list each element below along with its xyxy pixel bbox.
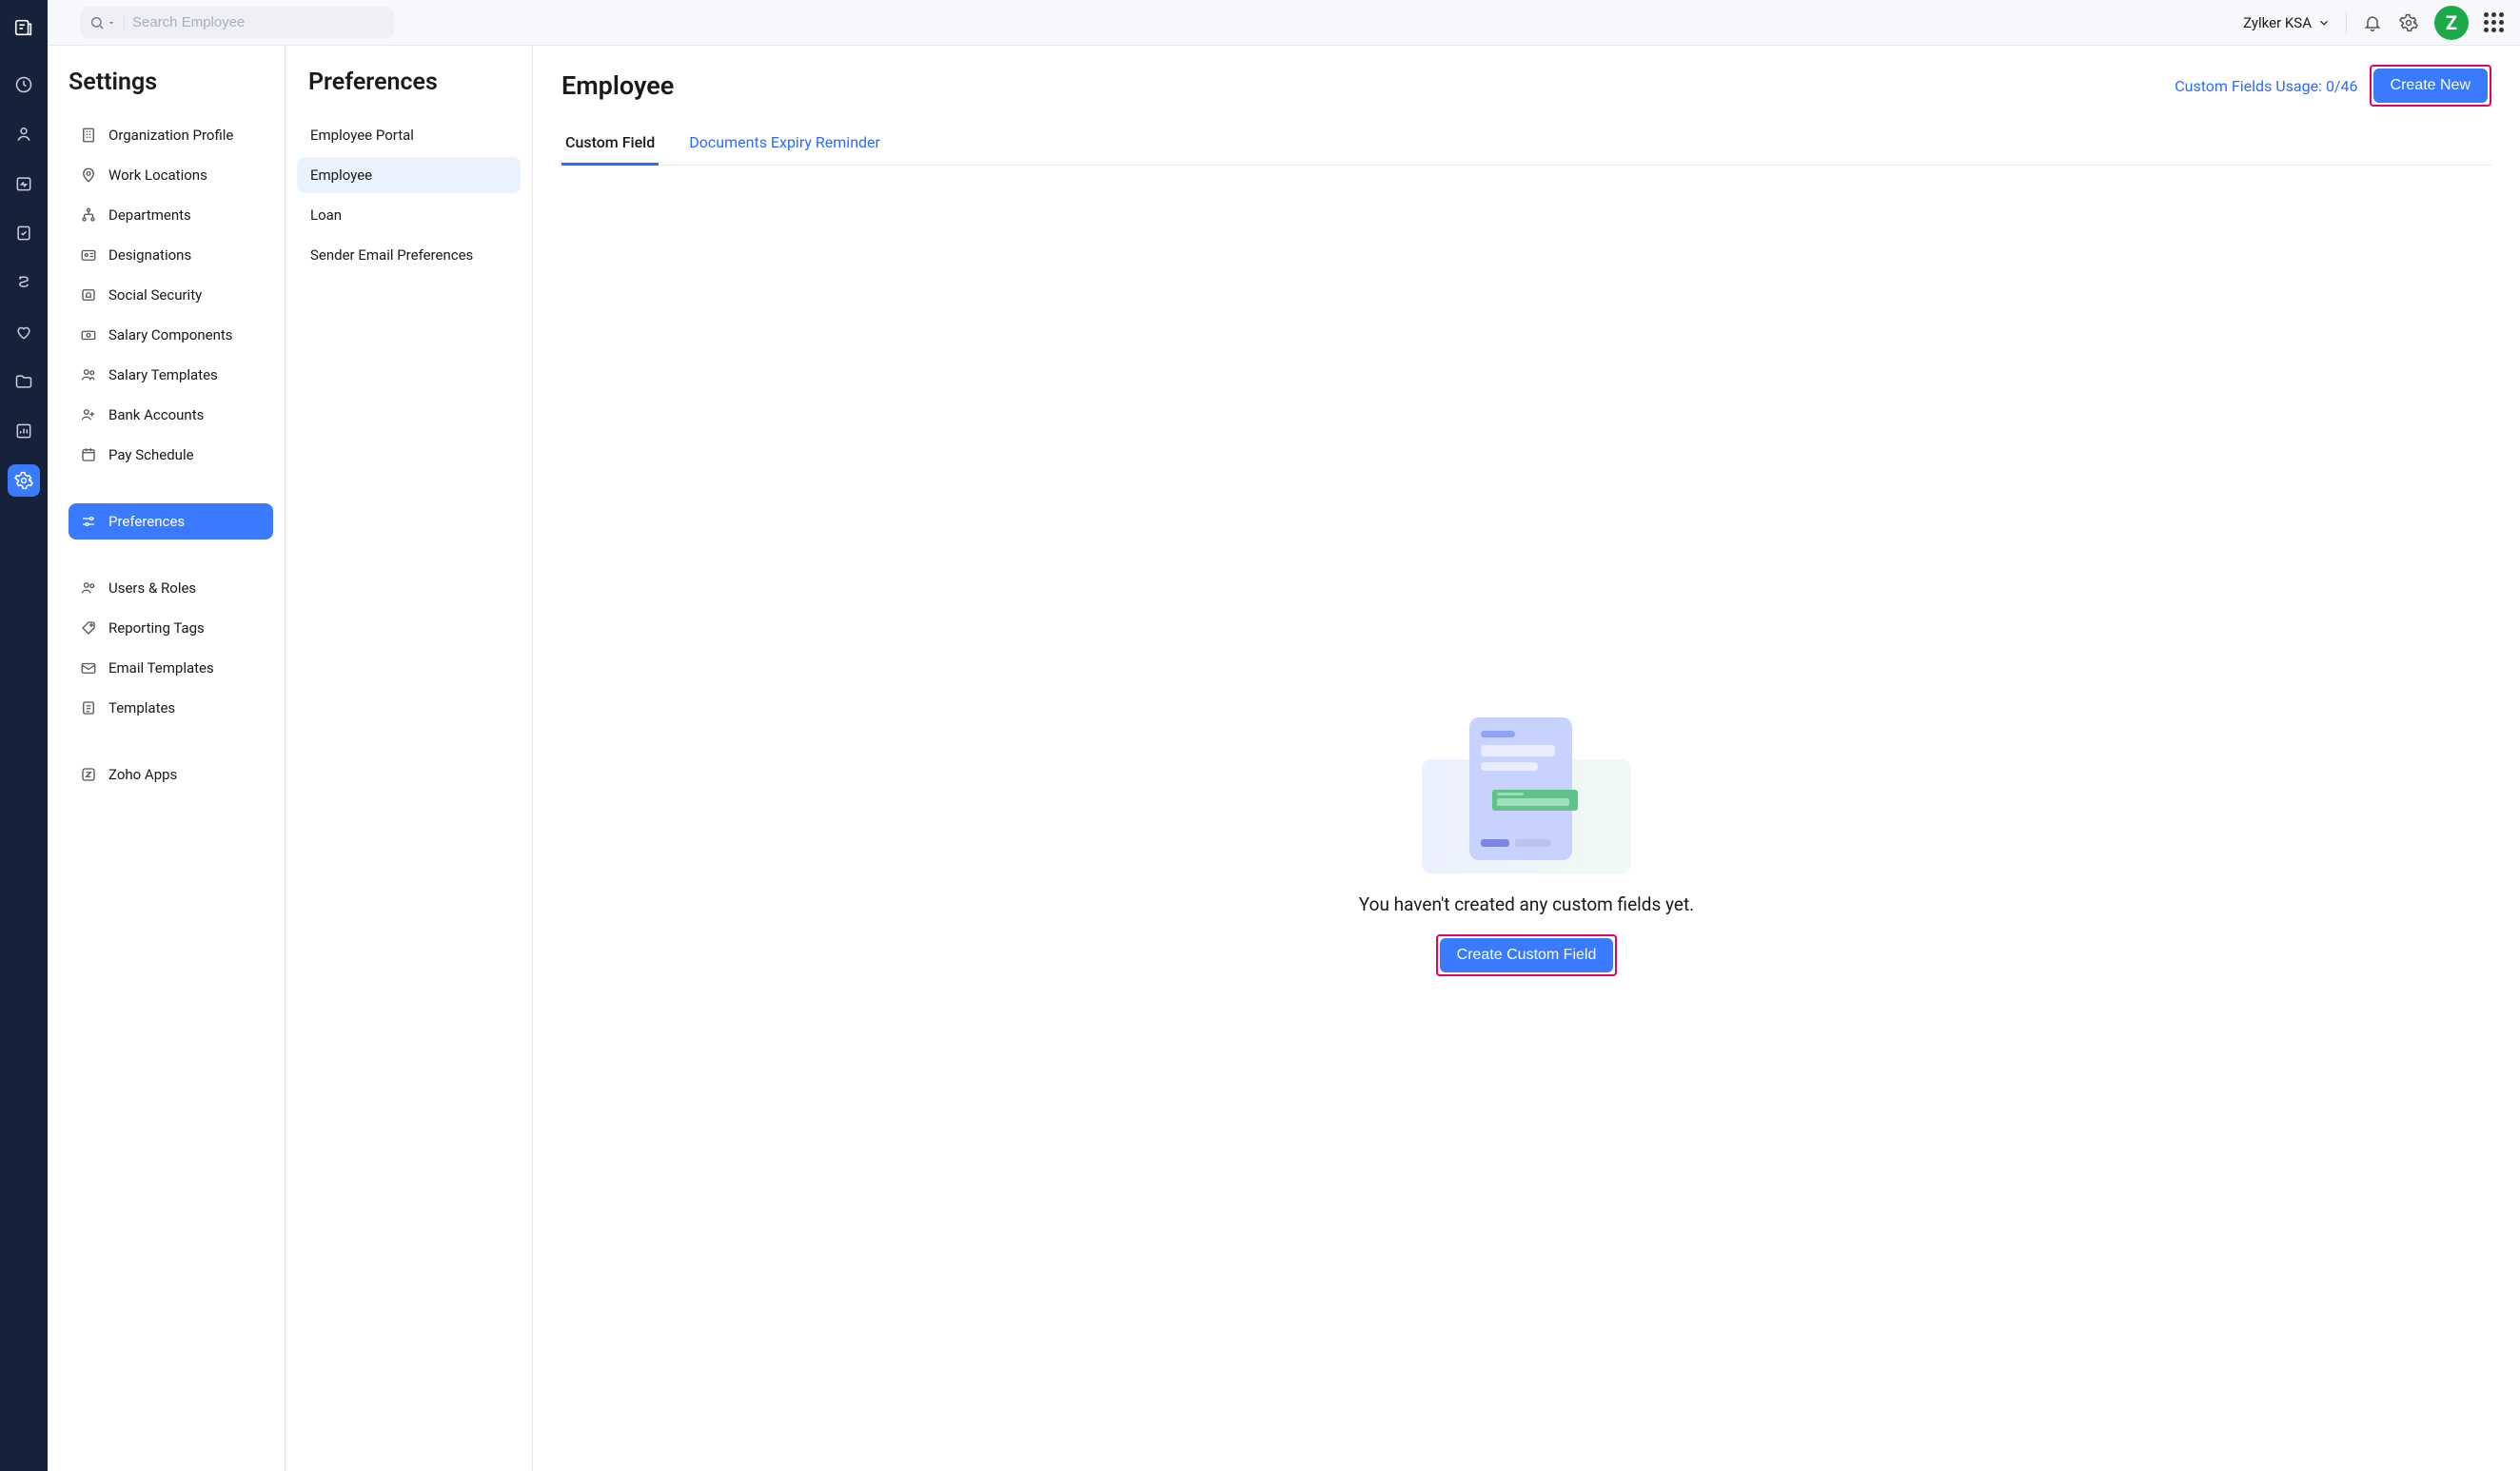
apps-grid-icon[interactable] xyxy=(2484,12,2505,33)
building-icon xyxy=(80,127,97,144)
sliders-icon xyxy=(80,513,97,530)
create-custom-field-button[interactable]: Create Custom Field xyxy=(1440,938,1614,972)
search-icon xyxy=(89,15,125,30)
settings-item-label: Pay Schedule xyxy=(108,446,194,463)
settings-item-label: Salary Templates xyxy=(108,366,218,383)
pref-item-label: Employee Portal xyxy=(310,127,414,144)
nav-people[interactable] xyxy=(8,118,40,150)
org-switcher[interactable]: Zylker KSA xyxy=(2243,14,2331,31)
settings-departments[interactable]: Departments xyxy=(69,197,273,233)
avatar[interactable]: Z xyxy=(2434,6,2469,40)
integration-icon xyxy=(80,766,97,783)
settings-item-label: Bank Accounts xyxy=(108,406,204,423)
custom-fields-usage-link[interactable]: Custom Fields Usage: 0/46 xyxy=(2175,77,2357,95)
nav-documents[interactable] xyxy=(8,365,40,398)
settings-title: Settings xyxy=(69,69,273,96)
pref-item-label: Sender Email Preferences xyxy=(310,246,473,264)
mail-icon xyxy=(80,659,97,677)
settings-salary-templates[interactable]: Salary Templates xyxy=(69,357,273,393)
settings-social-security[interactable]: Social Security xyxy=(69,277,273,313)
money-icon xyxy=(80,326,97,343)
preferences-title: Preferences xyxy=(308,69,521,96)
location-icon xyxy=(80,167,97,184)
id-card-icon xyxy=(80,246,97,264)
bank-icon xyxy=(80,406,97,423)
divider xyxy=(2346,12,2347,33)
app-logo-icon xyxy=(8,11,40,44)
highlight-annotation: Create New xyxy=(2370,65,2491,107)
settings-item-label: Departments xyxy=(108,206,191,224)
settings-bank-accounts[interactable]: Bank Accounts xyxy=(69,397,273,433)
settings-item-label: Reporting Tags xyxy=(108,619,205,637)
org-tree-icon xyxy=(80,206,97,224)
calendar-icon xyxy=(80,446,97,463)
settings-gear-icon[interactable] xyxy=(2398,12,2419,33)
notifications-icon[interactable] xyxy=(2362,12,2383,33)
settings-salary-components[interactable]: Salary Components xyxy=(69,317,273,353)
settings-item-label: Templates xyxy=(108,699,175,716)
nav-approvals[interactable] xyxy=(8,217,40,249)
settings-item-label: Preferences xyxy=(108,513,185,530)
users-icon xyxy=(80,579,97,597)
tab-custom-field[interactable]: Custom Field xyxy=(561,124,659,165)
settings-preferences[interactable]: Preferences xyxy=(69,503,273,539)
nav-benefits[interactable] xyxy=(8,316,40,348)
tabs: Custom Field Documents Expiry Reminder xyxy=(561,124,2491,166)
nav-rail xyxy=(0,0,48,1471)
pref-item-label: Employee xyxy=(310,167,372,184)
nav-payruns[interactable] xyxy=(8,167,40,200)
nav-loans[interactable] xyxy=(8,266,40,299)
settings-item-label: Users & Roles xyxy=(108,579,196,597)
settings-item-label: Work Locations xyxy=(108,167,207,184)
settings-item-label: Organization Profile xyxy=(108,127,233,144)
pref-sender-email[interactable]: Sender Email Preferences xyxy=(297,237,521,273)
empty-state: You haven't created any custom fields ye… xyxy=(561,166,2491,1452)
highlight-annotation: Create Custom Field xyxy=(1436,934,1618,976)
settings-users-roles[interactable]: Users & Roles xyxy=(69,570,273,606)
settings-organization-profile[interactable]: Organization Profile xyxy=(69,117,273,153)
topbar: Zylker KSA Z xyxy=(48,0,2520,46)
tag-icon xyxy=(80,619,97,637)
pref-item-label: Loan xyxy=(310,206,342,224)
settings-pay-schedule[interactable]: Pay Schedule xyxy=(69,437,273,473)
settings-item-label: Salary Components xyxy=(108,326,233,343)
settings-email-templates[interactable]: Email Templates xyxy=(69,650,273,686)
settings-work-locations[interactable]: Work Locations xyxy=(69,157,273,193)
nav-settings[interactable] xyxy=(8,464,40,497)
tab-label: Documents Expiry Reminder xyxy=(689,133,880,151)
avatar-letter: Z xyxy=(2446,11,2457,34)
tab-label: Custom Field xyxy=(565,133,655,151)
settings-item-label: Email Templates xyxy=(108,659,214,677)
empty-message: You haven't created any custom fields ye… xyxy=(1359,893,1694,915)
people-group-icon xyxy=(80,366,97,383)
chevron-down-icon xyxy=(2317,16,2331,29)
pref-loan[interactable]: Loan xyxy=(297,197,521,233)
settings-designations[interactable]: Designations xyxy=(69,237,273,273)
empty-illustration xyxy=(1422,717,1631,874)
pref-employee[interactable]: Employee xyxy=(297,157,521,193)
preferences-sidebar: Preferences Employee Portal Employee Loa… xyxy=(285,46,533,1471)
page-title: Employee xyxy=(561,70,674,101)
settings-templates[interactable]: Templates xyxy=(69,690,273,726)
tab-documents-expiry[interactable]: Documents Expiry Reminder xyxy=(685,124,884,165)
settings-item-label: Zoho Apps xyxy=(108,766,177,783)
settings-sidebar: Settings Organization Profile Work Locat… xyxy=(48,46,285,1471)
search-container[interactable] xyxy=(80,7,394,39)
settings-reporting-tags[interactable]: Reporting Tags xyxy=(69,610,273,646)
document-icon xyxy=(80,699,97,716)
org-name: Zylker KSA xyxy=(2243,14,2312,31)
create-new-button[interactable]: Create New xyxy=(2373,69,2488,103)
settings-item-label: Social Security xyxy=(108,286,202,304)
pref-employee-portal[interactable]: Employee Portal xyxy=(297,117,521,153)
search-input[interactable] xyxy=(132,14,384,30)
settings-item-label: Designations xyxy=(108,246,191,264)
nav-reports[interactable] xyxy=(8,415,40,447)
content-area: Employee Custom Fields Usage: 0/46 Creat… xyxy=(533,46,2520,1471)
settings-zoho-apps[interactable]: Zoho Apps xyxy=(69,756,273,793)
nav-dashboard[interactable] xyxy=(8,69,40,101)
shield-icon xyxy=(80,286,97,304)
